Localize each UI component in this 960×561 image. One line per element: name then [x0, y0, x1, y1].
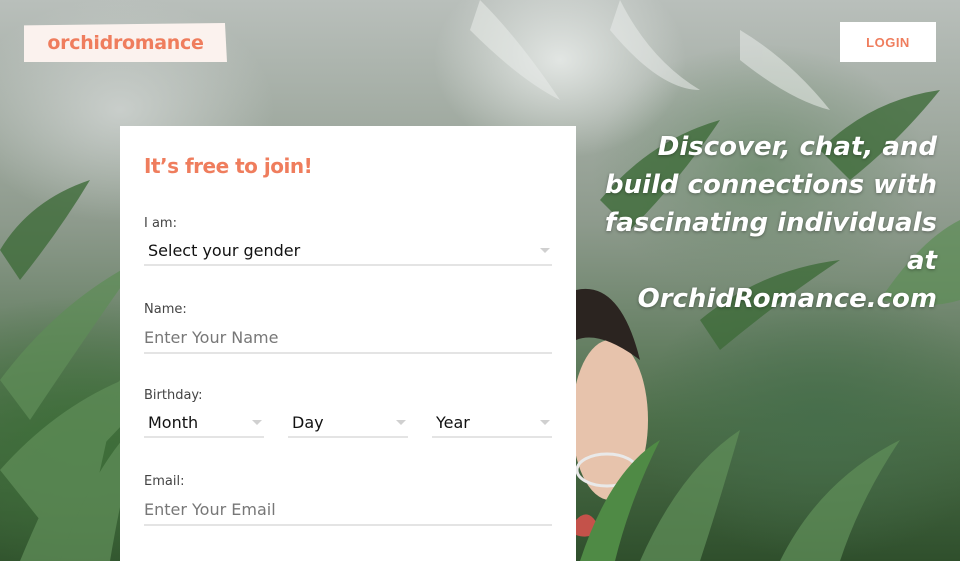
- chevron-down-icon: [396, 420, 406, 425]
- gender-select-value: Select your gender: [148, 240, 301, 260]
- gender-label: I am:: [144, 216, 177, 231]
- gender-select[interactable]: Select your gender: [144, 236, 552, 266]
- chevron-down-icon: [540, 420, 550, 425]
- chevron-down-icon: [252, 420, 262, 425]
- hero-line: Discover, chat, and: [657, 132, 937, 162]
- form-title: It’s free to join!: [144, 154, 313, 178]
- hero-line: at: [907, 246, 937, 276]
- year-select[interactable]: Year: [432, 408, 552, 438]
- name-input[interactable]: [144, 322, 552, 354]
- day-select-value: Day: [292, 412, 324, 432]
- day-select[interactable]: Day: [288, 408, 408, 438]
- email-input[interactable]: [144, 494, 552, 526]
- hero-line: build connections with: [604, 170, 937, 200]
- birthday-field: Birthday: Month Day Year: [144, 388, 552, 438]
- email-field: Email:: [144, 474, 552, 526]
- hero-tagline: Discover, chat, and build connections wi…: [577, 128, 937, 318]
- name-label: Name:: [144, 302, 187, 317]
- month-select-value: Month: [148, 412, 199, 432]
- hero-line: fascinating individuals: [604, 208, 937, 238]
- gender-field: I am: Select your gender: [144, 216, 552, 266]
- logo-text: orchidromance: [47, 31, 204, 54]
- email-label: Email:: [144, 474, 185, 489]
- login-button[interactable]: LOGIN: [840, 22, 936, 62]
- year-select-value: Year: [436, 412, 470, 432]
- signup-form: It’s free to join! I am: Select your gen…: [120, 126, 576, 561]
- month-select[interactable]: Month: [144, 408, 264, 438]
- birthday-selects: Month Day Year: [144, 408, 552, 438]
- logo[interactable]: orchidromance: [24, 23, 227, 62]
- name-field: Name:: [144, 302, 552, 354]
- birthday-label: Birthday:: [144, 388, 203, 403]
- hero-line: OrchidRomance.com: [637, 284, 937, 314]
- landing-page: orchidromance LOGIN Discover, chat, and …: [0, 0, 960, 561]
- chevron-down-icon: [540, 248, 550, 253]
